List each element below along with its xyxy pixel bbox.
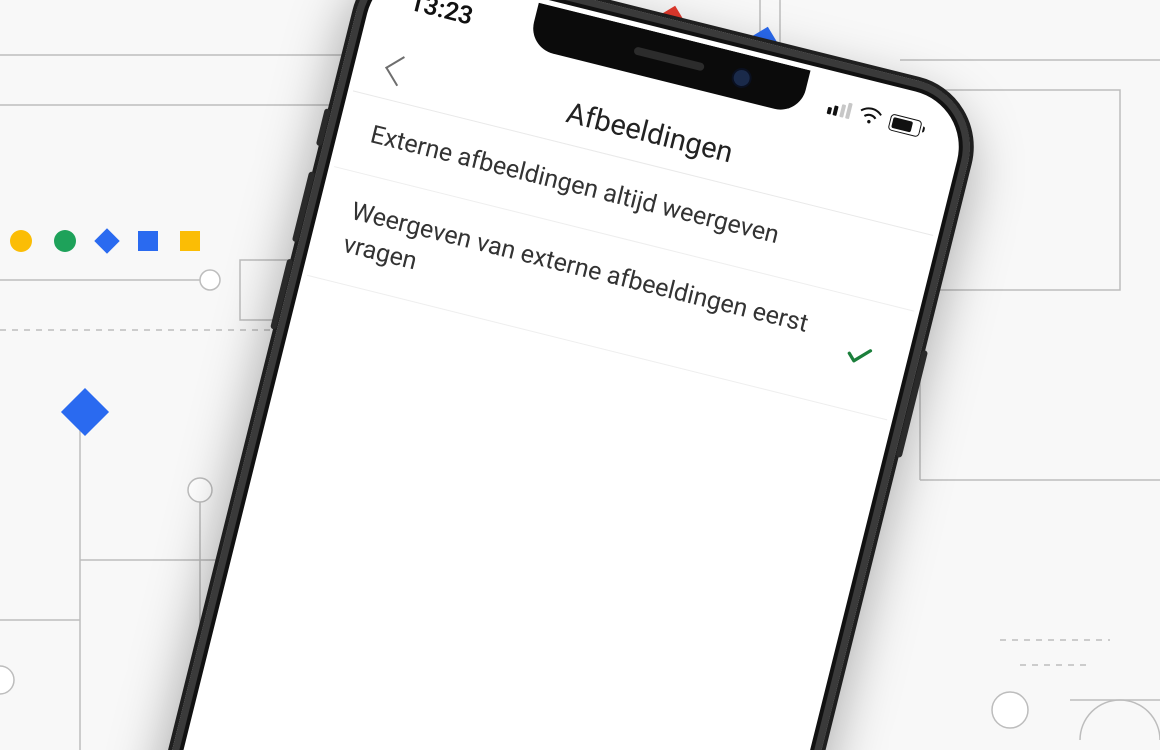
yellow-circle-icon: [10, 230, 32, 252]
blue-diamond-icon: [94, 228, 119, 253]
yellow-square-icon: [180, 231, 200, 251]
battery-icon: [888, 113, 927, 138]
green-circle-icon: [54, 230, 76, 252]
speaker-grille: [633, 46, 705, 71]
blue-square-icon: [138, 231, 158, 251]
decorative-shape-row: [10, 230, 200, 252]
wifi-icon: [857, 103, 884, 130]
front-camera: [730, 66, 754, 90]
option-checkmark-icon: [841, 337, 877, 373]
status-time: 13:23: [407, 0, 476, 31]
status-right: [825, 95, 927, 140]
stage: 13:23: [0, 0, 1160, 750]
cellular-signal-icon: [826, 98, 853, 119]
